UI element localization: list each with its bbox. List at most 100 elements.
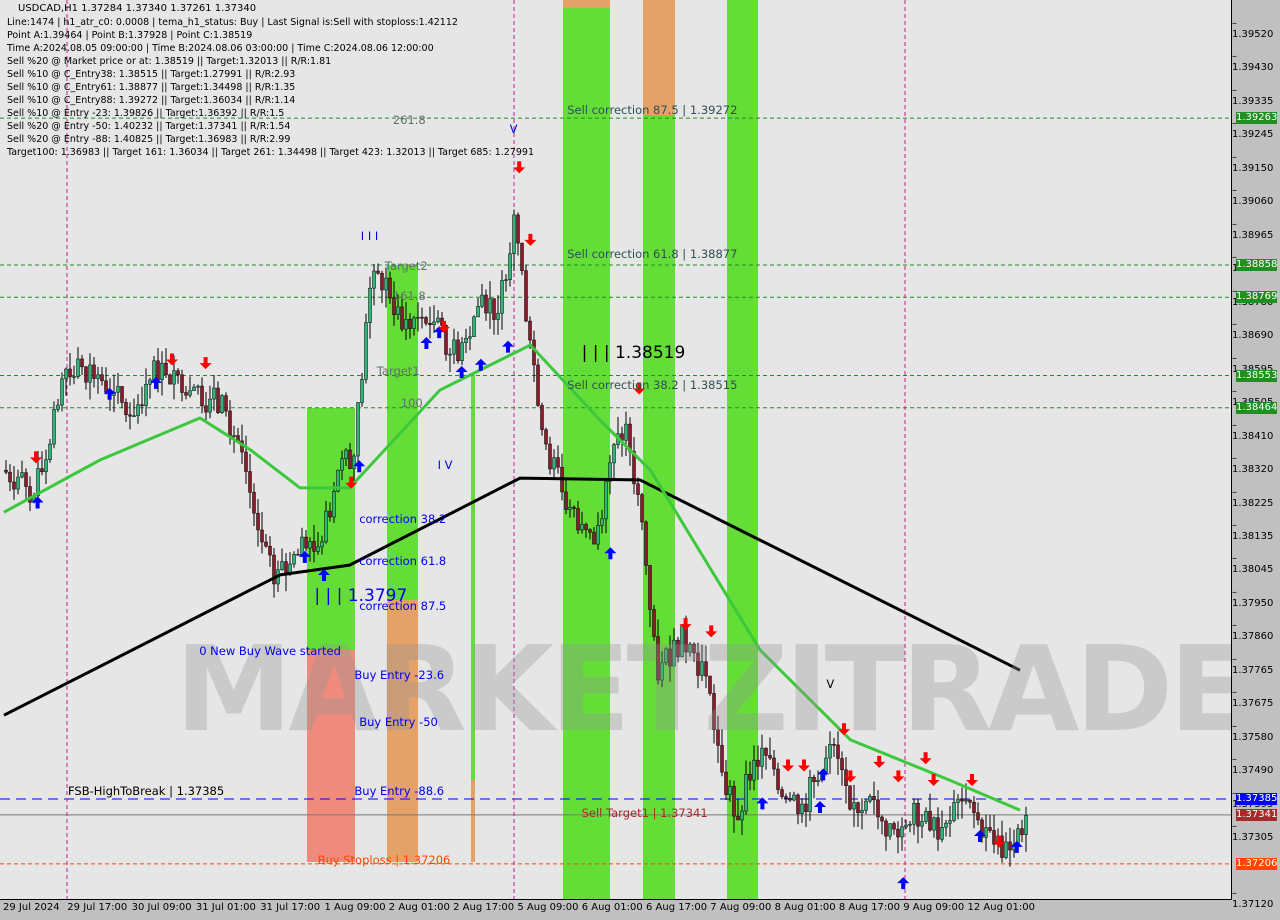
y-tick-label: – 1.38045 [1232, 552, 1274, 575]
bull-candle [52, 409, 56, 445]
bear-candle [776, 768, 780, 790]
bull-candle [596, 525, 600, 545]
watermark: MARKETZITRADE [175, 620, 1232, 758]
info-line: Sell %10 @ C_Entry61: 1.38877 || Target:… [7, 82, 296, 93]
x-tick-label: 7 Aug 09:00 [710, 902, 772, 913]
zone-band [563, 8, 610, 899]
y-tick-label: – 1.39335 [1232, 85, 1274, 108]
bear-candle [140, 404, 144, 407]
bear-candle [388, 277, 392, 299]
bear-candle [788, 797, 792, 801]
bull-candle [364, 322, 368, 380]
y-tick-label: – 1.37120 [1232, 888, 1274, 910]
bull-candle [308, 541, 312, 549]
bull-candle [448, 353, 452, 356]
bear-candle [84, 366, 88, 383]
x-tick-label: 9 Aug 09:00 [903, 902, 965, 913]
bear-candle [968, 799, 972, 803]
bear-candle [988, 827, 992, 831]
bull-candle [496, 312, 500, 320]
bear-candle [784, 796, 788, 799]
y-tick-label: – 1.38135 [1232, 520, 1274, 543]
bear-candle [164, 362, 168, 376]
zone-band [643, 115, 675, 899]
bear-candle [428, 323, 432, 325]
y-tick-label: – 1.39430 [1232, 50, 1274, 73]
chart-annotation: 161.8 [392, 288, 426, 303]
chart-title: USDCAD,H1 1.37284 1.37340 1.37261 1.3734… [18, 3, 257, 14]
bull-candle [752, 759, 756, 781]
bear-candle [24, 472, 28, 487]
bull-candle [192, 386, 196, 391]
bull-candle [512, 214, 516, 255]
chart-annotation: I I I [360, 229, 379, 244]
bear-candle [536, 364, 540, 406]
buy-arrow-icon [974, 830, 986, 842]
bull-candle [356, 402, 360, 457]
buy-arrow-icon [897, 877, 910, 890]
bull-candle [300, 536, 304, 556]
bull-candle [208, 398, 212, 413]
price-badge: 1.38858 [1236, 258, 1278, 271]
y-tick-label: – 1.37765 [1232, 654, 1274, 677]
bull-candle [160, 362, 164, 380]
info-line: Line:1474 | h1_atr_c0: 0.0008 | tema_h1_… [7, 17, 458, 28]
bull-candle [932, 817, 936, 831]
x-tick-label: 6 Aug 01:00 [581, 902, 643, 913]
chart-annotation: | | | 1.3797 [314, 586, 408, 607]
zone-band [643, 0, 675, 115]
bull-candle [144, 383, 148, 406]
info-line: Sell %20 @ Entry -50: 1.40232 || Target:… [7, 121, 291, 132]
bear-candle [812, 776, 816, 782]
bull-candle [504, 279, 508, 282]
bear-candle [348, 449, 352, 469]
bear-candle [68, 368, 72, 378]
bull-candle [220, 395, 224, 413]
bear-candle [856, 802, 860, 814]
bear-candle [544, 429, 548, 445]
bear-candle [780, 789, 784, 797]
x-tick-label: 29 Jul 2024 [3, 902, 60, 913]
bull-candle [460, 342, 464, 362]
bear-candle [268, 545, 272, 556]
bull-candle [20, 472, 24, 478]
price-chart[interactable]: MARKETZITRADE USDCAD,H1 1.37284 1.37340 … [0, 0, 1232, 900]
bear-candle [524, 270, 528, 322]
info-line: Sell %10 @ C_Entry88: 1.39272 || Target:… [7, 95, 296, 106]
x-tick-label: 12 Aug 01:00 [967, 902, 1035, 913]
buy-arrow-icon [814, 801, 826, 813]
bear-candle [640, 494, 644, 523]
bull-candle [96, 374, 100, 379]
bull-candle [412, 317, 416, 329]
bull-candle [432, 321, 436, 325]
bear-candle [520, 242, 524, 271]
chart-annotation: 261.8 [392, 113, 426, 128]
bull-candle [344, 449, 348, 459]
y-tick-label: – 1.39520 [1232, 18, 1274, 40]
bear-candle [872, 796, 876, 801]
bear-candle [284, 561, 288, 574]
bull-candle [956, 798, 960, 803]
bear-candle [756, 759, 760, 767]
chart-annotation: Target1 [376, 364, 420, 379]
sell-arrow-icon [782, 759, 794, 772]
bear-candle [180, 374, 184, 393]
bull-candle [852, 802, 856, 810]
bull-candle [740, 810, 744, 821]
price-badge: 1.38553 [1236, 369, 1278, 382]
bear-candle [224, 395, 228, 412]
bear-candle [972, 801, 976, 813]
chart-annotation: 0 New Buy Wave started [199, 643, 341, 658]
bear-candle [540, 405, 544, 430]
bull-candle [64, 368, 68, 380]
price-badge: 1.39263 [1236, 112, 1278, 125]
bear-candle [516, 214, 520, 244]
chart-annotation: Buy Stoploss | 1.37206 [317, 852, 451, 867]
bull-candle [940, 826, 944, 840]
bull-candle [292, 554, 296, 565]
bear-candle [724, 771, 728, 795]
info-line: Sell %10 @ C_Entry38: 1.38515 || Target:… [7, 69, 296, 80]
x-tick-label: 8 Aug 17:00 [838, 902, 900, 913]
bull-candle [580, 524, 584, 531]
bull-candle [316, 546, 320, 552]
